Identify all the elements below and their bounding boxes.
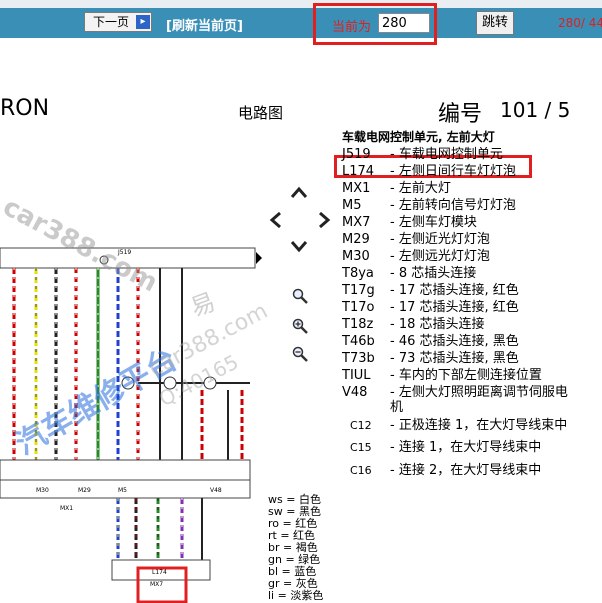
m29-label: M29 (78, 487, 91, 494)
legend-desc: - 正极连接 1，在大灯导线束中 (390, 418, 568, 433)
page-number-input[interactable] (378, 13, 430, 33)
diagram-title: 电路图 (238, 104, 284, 122)
mx7-label: MX7 (150, 581, 163, 588)
node-c12 (121, 376, 135, 390)
m5-label: M5 (118, 487, 127, 494)
nav-left-icon[interactable] (268, 211, 282, 229)
nav-up-icon[interactable] (290, 185, 308, 199)
toolbar-strip (0, 0, 602, 8)
legend-desc: - 连接 1，在大灯导线束中 (390, 440, 542, 455)
color-code: li (268, 589, 275, 602)
page-count: 280/ 44 (558, 16, 602, 30)
current-page-label: 当前为 (332, 20, 372, 35)
node-c15 (163, 376, 177, 390)
node-c16 (203, 376, 217, 390)
number-label: 编号 (438, 102, 483, 127)
next-page-label: 下一页 (93, 15, 130, 29)
zoom-out-icon[interactable] (292, 346, 308, 362)
legend-code: C12 (350, 419, 372, 432)
brand-fragment: RON (0, 96, 50, 121)
go-button[interactable]: 跳转 (476, 11, 514, 35)
nav-down-icon[interactable] (290, 240, 308, 254)
wiring-schematic: J519 M30 M29 M5 V48 MX1 L174 MX7 (0, 247, 262, 603)
legend-row: C12 - 正极连接 1，在大灯导线束中 (350, 414, 567, 433)
legend-code: C16 (350, 464, 372, 477)
color-code-row: li = 淡紫色 (268, 587, 323, 603)
nav-right-icon[interactable] (318, 211, 332, 229)
next-page-button[interactable]: 下一页 ▸ (84, 12, 152, 32)
m30-label: M30 (36, 487, 49, 494)
number-value: 101 / 5 (500, 98, 571, 122)
arrow-right-icon: ▸ (136, 15, 150, 29)
zoom-fit-icon[interactable] (292, 288, 308, 304)
color-name: = 淡紫色 (277, 589, 324, 602)
legend-desc: - 左侧大灯照明距离调节伺服电 (390, 385, 568, 400)
legend-row: C15 - 连接 1，在大灯导线束中 (350, 436, 541, 455)
triangle-marker-icon (256, 252, 262, 264)
legend-code: C15 (350, 441, 372, 454)
refresh-link[interactable]: [刷新当前页] (166, 15, 243, 34)
mx1-label: MX1 (60, 505, 73, 512)
mx1-box (0, 459, 251, 483)
lower-wires (116, 498, 203, 560)
zoom-in-icon[interactable] (292, 318, 308, 334)
v48-label: V48 (210, 487, 222, 494)
l174-label: L174 (152, 569, 167, 576)
j519-label: J519 (117, 249, 131, 256)
legend-desc: - 连接 2，在大灯导线束中 (390, 463, 542, 478)
legend-desc: 机 (390, 400, 404, 415)
legend-row: 机 (342, 396, 403, 415)
legend-row: C16 - 连接 2，在大灯导线束中 (350, 459, 541, 478)
wires (12, 268, 250, 460)
